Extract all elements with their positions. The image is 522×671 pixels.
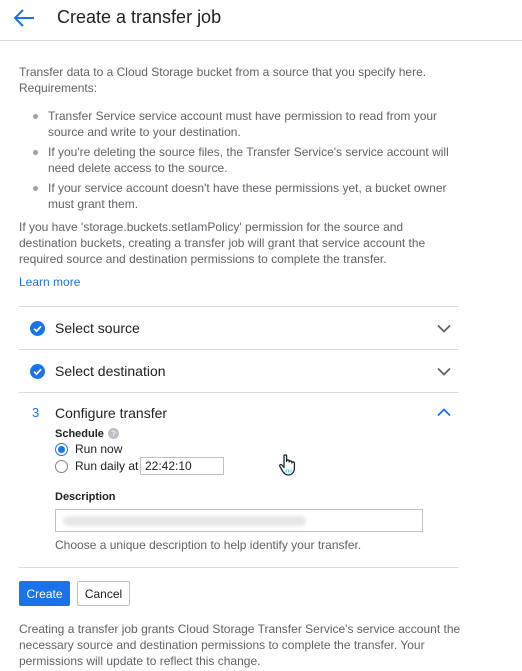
cancel-button[interactable]: Cancel — [77, 581, 130, 606]
requirement-item: If you're deleting the source files, the… — [33, 144, 453, 176]
run-now-label: Run now — [75, 442, 123, 456]
chevron-up-icon[interactable] — [437, 408, 451, 417]
hand-pointer-cursor-icon — [278, 454, 296, 476]
step-number: 3 — [32, 405, 40, 420]
description-hint: Choose a unique description to help iden… — [55, 538, 362, 552]
requirements-list: Transfer Service service account must ha… — [33, 108, 453, 216]
requirement-item: If your service account doesn't have the… — [33, 180, 453, 212]
step-label: Select source — [55, 320, 140, 336]
svg-text:?: ? — [111, 429, 116, 438]
create-button[interactable]: Create — [19, 581, 70, 606]
permission-note: If you have 'storage.buckets.setIamPolic… — [19, 220, 426, 266]
redacted-text — [63, 516, 306, 526]
step-label: Select destination — [55, 363, 166, 379]
arrow-back-icon[interactable] — [13, 8, 35, 28]
run-daily-radio[interactable] — [55, 460, 68, 473]
step-select-destination[interactable]: Select destination — [19, 350, 459, 392]
run-daily-time-input[interactable] — [140, 457, 224, 475]
help-circle-icon[interactable]: ? — [108, 428, 119, 439]
page-header: Create a transfer job — [0, 0, 522, 41]
description-input[interactable] — [55, 509, 423, 532]
check-circle-icon — [30, 321, 45, 336]
chevron-down-icon[interactable] — [437, 367, 451, 376]
run-daily-label: Run daily at — [75, 459, 139, 473]
step-label: Configure transfer — [55, 405, 168, 421]
learn-more-link[interactable]: Learn more — [19, 275, 80, 289]
description-label: Description — [55, 491, 116, 503]
check-circle-icon — [30, 364, 45, 379]
requirement-item: Transfer Service service account must ha… — [33, 108, 453, 140]
run-now-radio[interactable] — [55, 443, 68, 456]
intro-text: Transfer data to a Cloud Storage bucket … — [19, 65, 427, 95]
footer-note: Creating a transfer job grants Cloud Sto… — [19, 622, 461, 668]
step-select-source[interactable]: Select source — [19, 307, 459, 349]
schedule-label: Schedule — [55, 428, 104, 440]
step-configure-transfer[interactable]: 3 Configure transfer — [19, 393, 459, 423]
chevron-down-icon[interactable] — [437, 324, 451, 333]
page-title: Create a transfer job — [57, 7, 222, 27]
divider — [19, 567, 459, 568]
